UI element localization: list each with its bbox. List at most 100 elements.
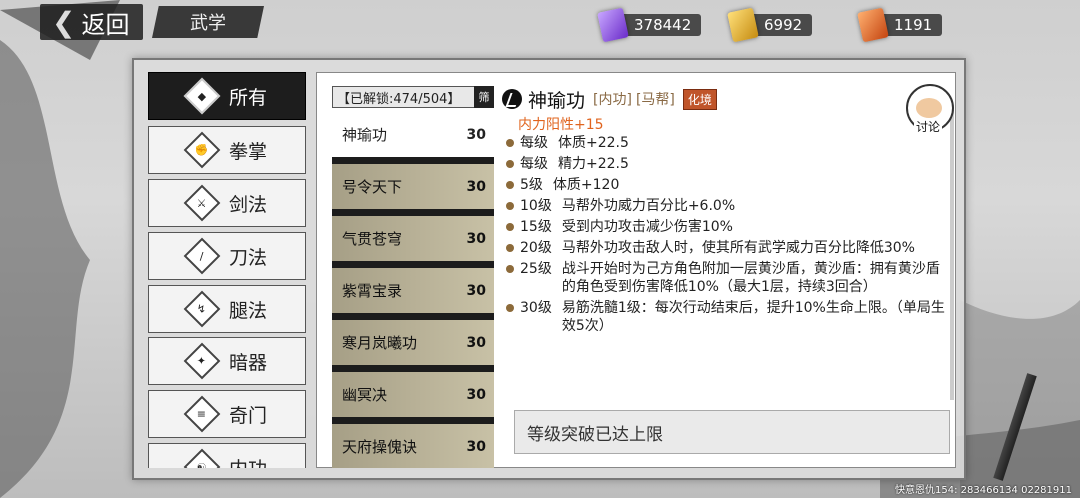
section-title: 武学 — [152, 6, 264, 38]
category-hidden-weapon[interactable]: ✦ 暗器 — [148, 337, 306, 385]
skill-item[interactable]: 神瑜功 30 — [332, 112, 494, 160]
effect-level: 5级 — [520, 177, 543, 193]
chevron-left-icon: ❮ — [52, 5, 76, 39]
skill-name: 天府操傀诀 — [342, 438, 418, 456]
skill-detail: 神瑜功 [内功] [马帮] 化境 内力阳性+15 每级 体质+22.5 每级 精力+… — [502, 86, 952, 406]
bullet-icon — [506, 181, 514, 189]
skill-list[interactable]: 神瑜功 30 号令天下 30 气贯苍穹 30 紫霄宝录 30 寒月岚曦功 30 … — [332, 112, 494, 468]
category-odd-weapon[interactable]: ≡ 奇门 — [148, 390, 306, 438]
skill-sect-tag: [马帮] — [635, 92, 675, 108]
effect-line: 25级 战斗开始时为己方角色附加一层黄沙盾，黄沙盾：拥有黄沙盾的角色受到伤害降低1… — [502, 260, 952, 296]
bullet-icon — [506, 265, 514, 273]
skill-name: 神瑜功 — [342, 126, 388, 144]
currency-value: 6992 — [764, 16, 803, 34]
bullet-icon — [506, 223, 514, 231]
skill-level: 30 — [466, 126, 486, 143]
back-label: 返回 — [81, 10, 130, 39]
effect-line: 30级 易筋洗髓1级：每次行动结束后，提升10%生命上限。（单局生效5次） — [502, 299, 952, 335]
effect-level: 15级 — [520, 219, 552, 235]
back-button[interactable]: ❮ 返回 — [40, 4, 144, 40]
effect-text: 战斗开始时为己方角色附加一层黄沙盾，黄沙盾：拥有黄沙盾的角色受到伤害降低10%（… — [561, 261, 940, 295]
skill-level: 30 — [466, 438, 486, 455]
purple-scroll-icon — [597, 7, 629, 43]
fist-icon: ✊ — [183, 131, 221, 169]
effect-text: 体质+22.5 — [558, 135, 629, 151]
inner-power-icon: ☯ — [183, 448, 221, 468]
odd-weapon-icon: ≡ — [183, 395, 221, 433]
orange-scroll-icon — [857, 7, 889, 43]
category-list[interactable]: ◆ 所有 ✊ 拳掌 ⚔ 剑法 / 刀法 ↯ 腿法 ✦ 暗器 ≡ 奇门 ☯ 内功 — [148, 72, 308, 468]
effect-text: 马帮外功威力百分比+6.0% — [561, 198, 736, 214]
skill-level: 30 — [466, 386, 486, 403]
effect-line: 15级 受到内功攻击减少伤害10% — [502, 218, 952, 236]
skill-type-tag: [内功] — [593, 92, 632, 108]
effect-text: 精力+22.5 — [558, 156, 629, 172]
skill-item[interactable]: 紫霄宝录 30 — [332, 268, 494, 316]
category-blade[interactable]: / 刀法 — [148, 232, 306, 280]
skill-name: 气贯苍穹 — [342, 230, 403, 248]
effect-line: 5级 体质+120 — [502, 176, 952, 194]
category-label: 腿法 — [228, 299, 267, 322]
effect-text: 受到内功攻击减少伤害10% — [561, 219, 733, 235]
inner-power-note: 内力阳性+15 — [518, 117, 604, 133]
category-fist[interactable]: ✊ 拳掌 — [148, 126, 306, 174]
category-label: 暗器 — [228, 351, 267, 374]
skill-item[interactable]: 天府操傀诀 30 — [332, 424, 494, 468]
effect-text: 体质+120 — [552, 177, 620, 193]
skill-level: 30 — [466, 230, 486, 247]
currency-gold[interactable]: 6992 — [727, 7, 813, 43]
bullet-icon — [506, 244, 514, 252]
skill-effect-list: 每级 体质+22.5 每级 精力+22.5 5级 体质+120 10级 马帮外功威力百分… — [502, 134, 952, 338]
shuriken-icon: ✦ — [183, 342, 221, 380]
effect-line: 20级 马帮外功攻击敌人时，使其所有武学威力百分比降低30% — [502, 239, 952, 257]
effect-level: 10级 — [520, 198, 552, 214]
effect-line: 10级 马帮外功威力百分比+6.0% — [502, 197, 952, 215]
effect-level: 每级 — [520, 156, 548, 172]
skill-emblem-icon — [502, 89, 522, 109]
gold-scroll-icon — [727, 7, 759, 43]
skill-name: 号令天下 — [342, 178, 403, 196]
effect-level: 30级 — [520, 300, 552, 316]
bullet-icon — [506, 139, 514, 147]
skill-item[interactable]: 号令天下 30 — [332, 164, 494, 212]
skill-item[interactable]: 气贯苍穹 30 — [332, 216, 494, 264]
player-id-text: 快意恩仇154: 283466134 02281911 — [895, 485, 1072, 496]
effect-text: 易筋洗髓1级：每次行动结束后，提升10%生命上限。（单局生效5次） — [561, 300, 945, 334]
category-sword[interactable]: ⚔ 剑法 — [148, 179, 306, 227]
skill-level: 30 — [466, 178, 486, 195]
realm-badge: 化境 — [682, 88, 717, 110]
all-icon: ◆ — [183, 77, 221, 115]
discuss-label: 讨论 — [914, 118, 943, 135]
category-leg[interactable]: ↯ 腿法 — [148, 285, 306, 333]
effect-level: 每级 — [520, 135, 548, 151]
leg-icon: ↯ — [183, 290, 221, 328]
sword-icon: ⚔ — [183, 184, 221, 222]
filter-button[interactable]: 筛 — [474, 86, 494, 108]
detail-scrollbar[interactable] — [950, 110, 954, 400]
category-label: 奇门 — [228, 404, 267, 427]
skill-item[interactable]: 寒月岚曦功 30 — [332, 320, 494, 368]
top-bar: ❮ 返回 武学 378442 6992 1191 — [0, 0, 1080, 48]
category-inner-power[interactable]: ☯ 内功 — [148, 443, 306, 468]
skill-name: 寒月岚曦功 — [342, 334, 418, 352]
unlock-count: 【已解锁:474/504】 — [332, 86, 492, 108]
discuss-button[interactable]: 讨论 — [906, 84, 954, 135]
category-label: 所有 — [228, 86, 267, 109]
skill-item[interactable]: 幽冥决 30 — [332, 372, 494, 420]
category-label: 拳掌 — [228, 140, 267, 163]
skill-level: 30 — [466, 282, 486, 299]
currency-orange[interactable]: 1191 — [857, 7, 943, 43]
category-all[interactable]: ◆ 所有 — [148, 72, 306, 120]
category-label: 刀法 — [228, 246, 267, 269]
currency-value: 1191 — [894, 16, 933, 34]
skill-title: 神瑜功 — [528, 89, 586, 112]
bullet-icon — [506, 304, 514, 312]
skill-name: 幽冥决 — [342, 386, 388, 404]
effect-level: 20级 — [520, 240, 552, 256]
skill-level: 30 — [466, 334, 486, 351]
category-label: 内功 — [229, 454, 267, 469]
bullet-icon — [506, 160, 514, 168]
currency-value: 378442 — [634, 16, 692, 34]
blade-icon: / — [183, 237, 221, 275]
currency-purple[interactable]: 378442 — [597, 7, 702, 43]
